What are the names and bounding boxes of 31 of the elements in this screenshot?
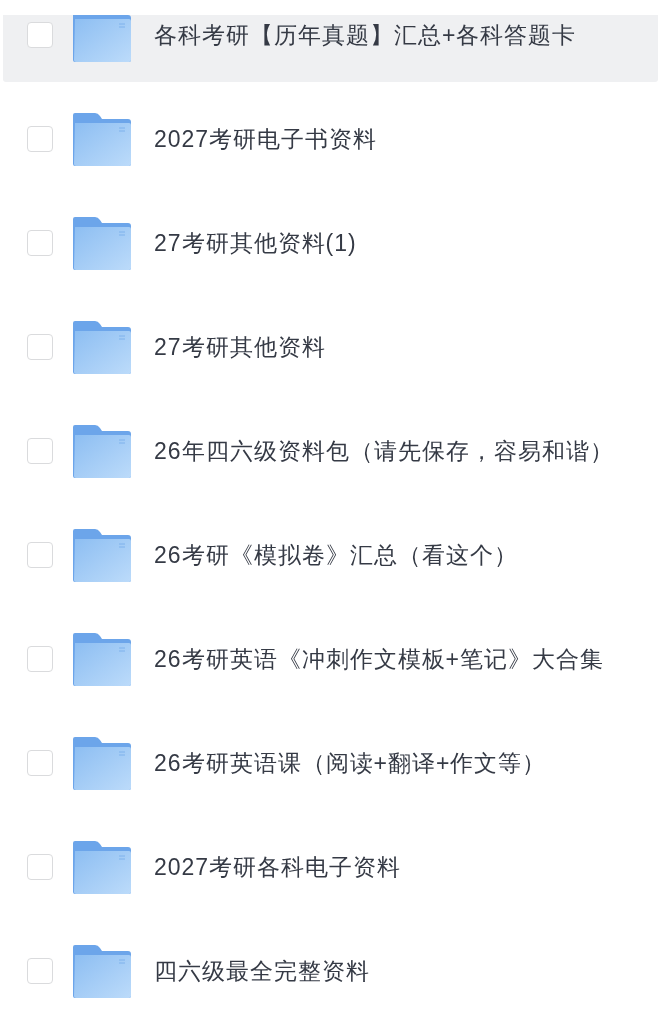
checkbox[interactable] — [27, 22, 53, 48]
folder-icon — [73, 840, 131, 894]
checkbox[interactable] — [27, 750, 53, 776]
folder-name: 26考研英语课（阅读+翻译+作文等） — [154, 748, 547, 778]
folder-row[interactable]: 各科考研【历年真题】汇总+各科答题卡 — [3, 15, 658, 82]
folder-name: 各科考研【历年真题】汇总+各科答题卡 — [154, 20, 577, 50]
folder-name: 27考研其他资料(1) — [154, 228, 357, 258]
checkbox[interactable] — [27, 958, 53, 984]
folder-icon — [73, 112, 131, 166]
checkbox[interactable] — [27, 854, 53, 880]
checkbox[interactable] — [27, 646, 53, 672]
folder-icon — [73, 216, 131, 270]
folder-name: 27考研其他资料 — [154, 332, 326, 362]
folder-name: 四六级最全完整资料 — [154, 956, 370, 986]
folder-icon — [73, 944, 131, 998]
checkbox[interactable] — [27, 542, 53, 568]
checkbox[interactable] — [27, 334, 53, 360]
folder-name: 26考研《模拟卷》汇总（看这个） — [154, 540, 518, 570]
folder-icon — [73, 15, 131, 62]
folder-name: 2027考研电子书资料 — [154, 124, 378, 154]
folder-name: 26考研英语《冲刺作文模板+笔记》大合集 — [154, 644, 604, 674]
folder-icon — [73, 528, 131, 582]
folder-icon — [73, 424, 131, 478]
folder-name: 26年四六级资料包（请先保存，容易和谐） — [154, 436, 614, 466]
folder-name: 2027考研各科电子资料 — [154, 852, 402, 882]
folder-icon — [73, 736, 131, 790]
checkbox[interactable] — [27, 230, 53, 256]
folder-icon — [73, 632, 131, 686]
checkbox[interactable] — [27, 126, 53, 152]
checkbox[interactable] — [27, 438, 53, 464]
folder-icon — [73, 320, 131, 374]
